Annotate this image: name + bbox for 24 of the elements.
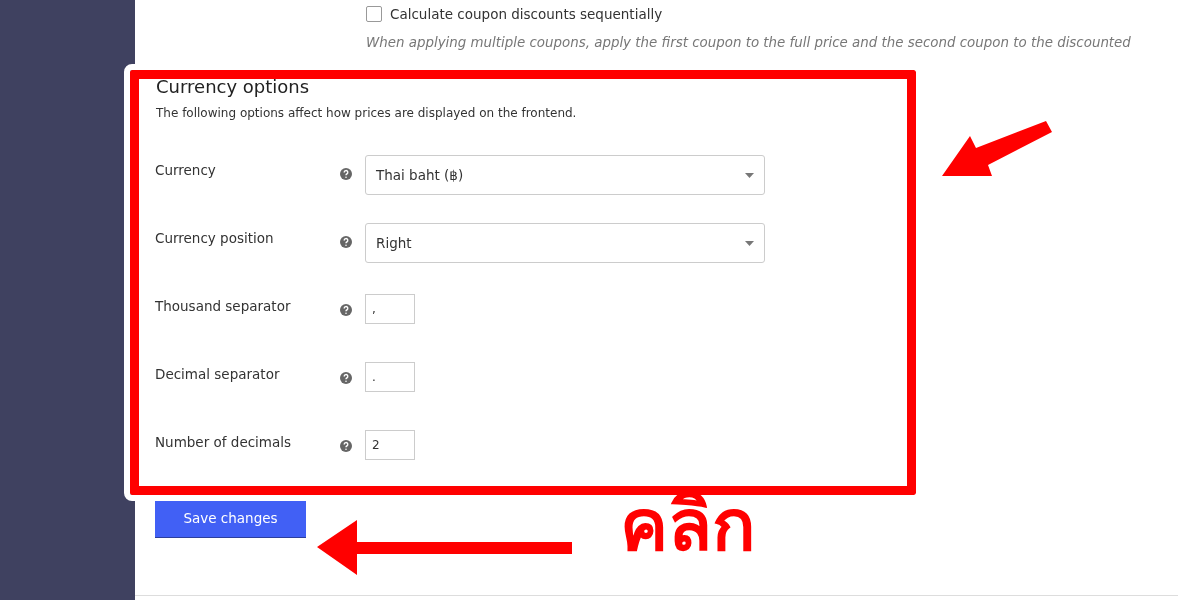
field-label: Number of decimals [155,433,293,450]
select-field[interactable]: Thai baht (฿) [365,155,765,195]
callout-text: คลิก [620,482,756,569]
help-icon[interactable] [340,372,352,384]
caret-icon [745,172,754,178]
checkbox-label: Calculate coupon discounts sequentially [390,6,663,22]
help-text: When applying multiple coupons, apply the first coupon to the full price and the second coupon to the discounted [366,34,1132,52]
field-label: Currency position [155,229,275,246]
help-icon[interactable] [340,168,352,180]
caret-icon [745,240,754,246]
save-button[interactable]: Save changes [155,498,306,538]
help-icon[interactable] [340,304,352,316]
section-description: The following options affect how prices are displayed on the frontend. [156,106,578,120]
field-label: Thousand separator [155,297,292,314]
checkbox[interactable] [366,6,382,22]
input-field[interactable]: . [365,362,415,392]
help-icon[interactable] [340,236,352,248]
field-label: Currency [155,161,217,178]
input-field[interactable]: , [365,294,415,324]
select-field[interactable]: Right [365,223,765,263]
input-field[interactable]: 2 [365,430,415,460]
help-icon[interactable] [340,440,352,452]
section-title: Currency options [156,76,311,97]
field-label: Decimal separator [155,365,281,382]
